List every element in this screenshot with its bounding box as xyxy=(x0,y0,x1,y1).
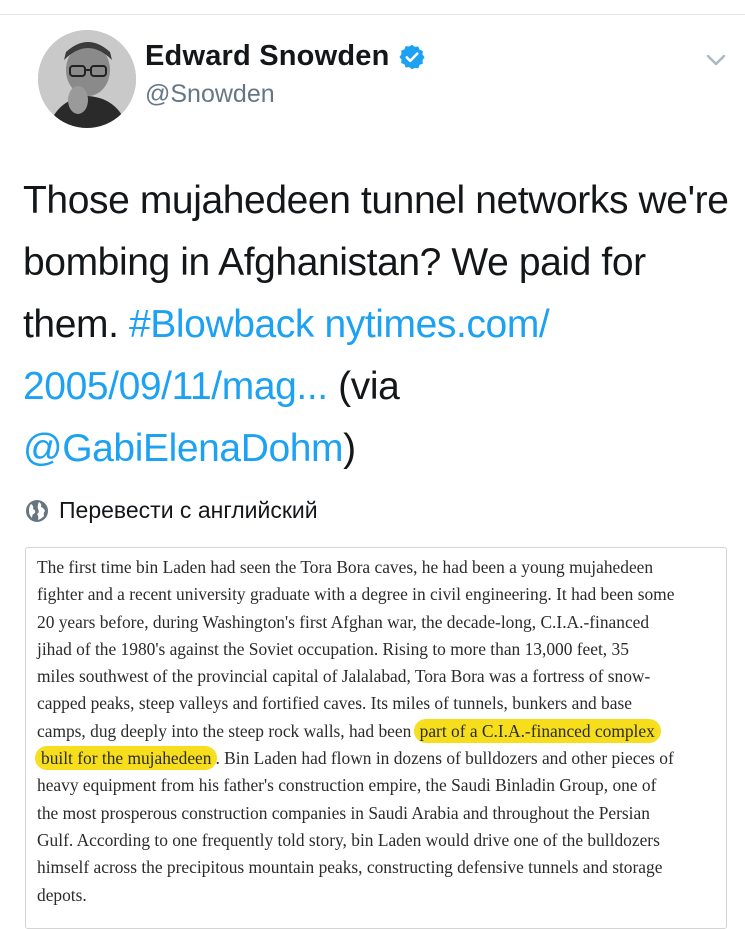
profile-photo xyxy=(38,30,136,128)
url-link-part2[interactable]: 2005/09/11/mag... xyxy=(23,365,328,408)
article-line: Gulf. According to one frequently told s… xyxy=(37,829,660,850)
article-line: The first time bin Laden had seen the To… xyxy=(37,557,654,577)
translate-button[interactable]: Перевести с английский xyxy=(25,497,318,524)
tweet-menu-button[interactable] xyxy=(703,47,729,73)
article-line: fighter and a recent university graduate… xyxy=(37,584,675,605)
highlight-1: part of a C.I.A.-financed complex xyxy=(415,720,659,741)
via-text: (via xyxy=(338,365,400,408)
author-name-row[interactable]: Edward Snowden xyxy=(145,40,426,73)
article-line-start: camps, dug deeply into the steep rock wa… xyxy=(37,720,412,741)
hashtag-link[interactable]: #Blowback xyxy=(129,303,314,346)
avatar[interactable] xyxy=(38,30,136,128)
verified-badge-icon xyxy=(398,43,426,71)
article-line: the most prosperous construction compani… xyxy=(37,802,650,823)
mention-link[interactable]: @GabiElenaDohm xyxy=(23,427,344,470)
article-line: miles southwest of the provincial capita… xyxy=(37,666,651,687)
article-text: The first time bin Laden had seen the To… xyxy=(37,554,717,909)
article-line: himself across the precipitous mountain … xyxy=(37,857,663,878)
tweet-text: Those mujahedeen tunnel networks we're b… xyxy=(23,170,738,480)
url-link-part1[interactable]: nytimes.com/ xyxy=(324,303,549,346)
chevron-down-icon xyxy=(706,54,726,66)
translate-label[interactable]: Перевести с английский xyxy=(59,497,318,524)
article-line: heavy equipment from his father's constr… xyxy=(37,775,657,796)
article-line-highlighted: camps, dug deeply into the steep rock wa… xyxy=(37,718,717,745)
article-line: capped peaks, steep valleys and fortifie… xyxy=(37,693,632,714)
article-line-highlighted: built for the mujahedeen. Bin Laden had … xyxy=(37,745,717,772)
article-line: depots. xyxy=(37,884,87,905)
display-name[interactable]: Edward Snowden xyxy=(145,40,390,73)
article-screenshot[interactable]: The first time bin Laden had seen the To… xyxy=(25,547,727,929)
close-paren: ) xyxy=(343,427,356,470)
article-line: jihad of the 1980's against the Soviet o… xyxy=(37,638,629,659)
article-line: 20 years before, during Washington's fir… xyxy=(37,611,650,632)
highlight-2: built for the mujahedeen xyxy=(37,748,216,769)
author-handle[interactable]: @Snowden xyxy=(145,80,275,109)
globe-icon xyxy=(25,499,49,523)
top-divider xyxy=(0,0,745,15)
article-line-end: . Bin Laden had flown in dozens of bulld… xyxy=(215,748,674,769)
